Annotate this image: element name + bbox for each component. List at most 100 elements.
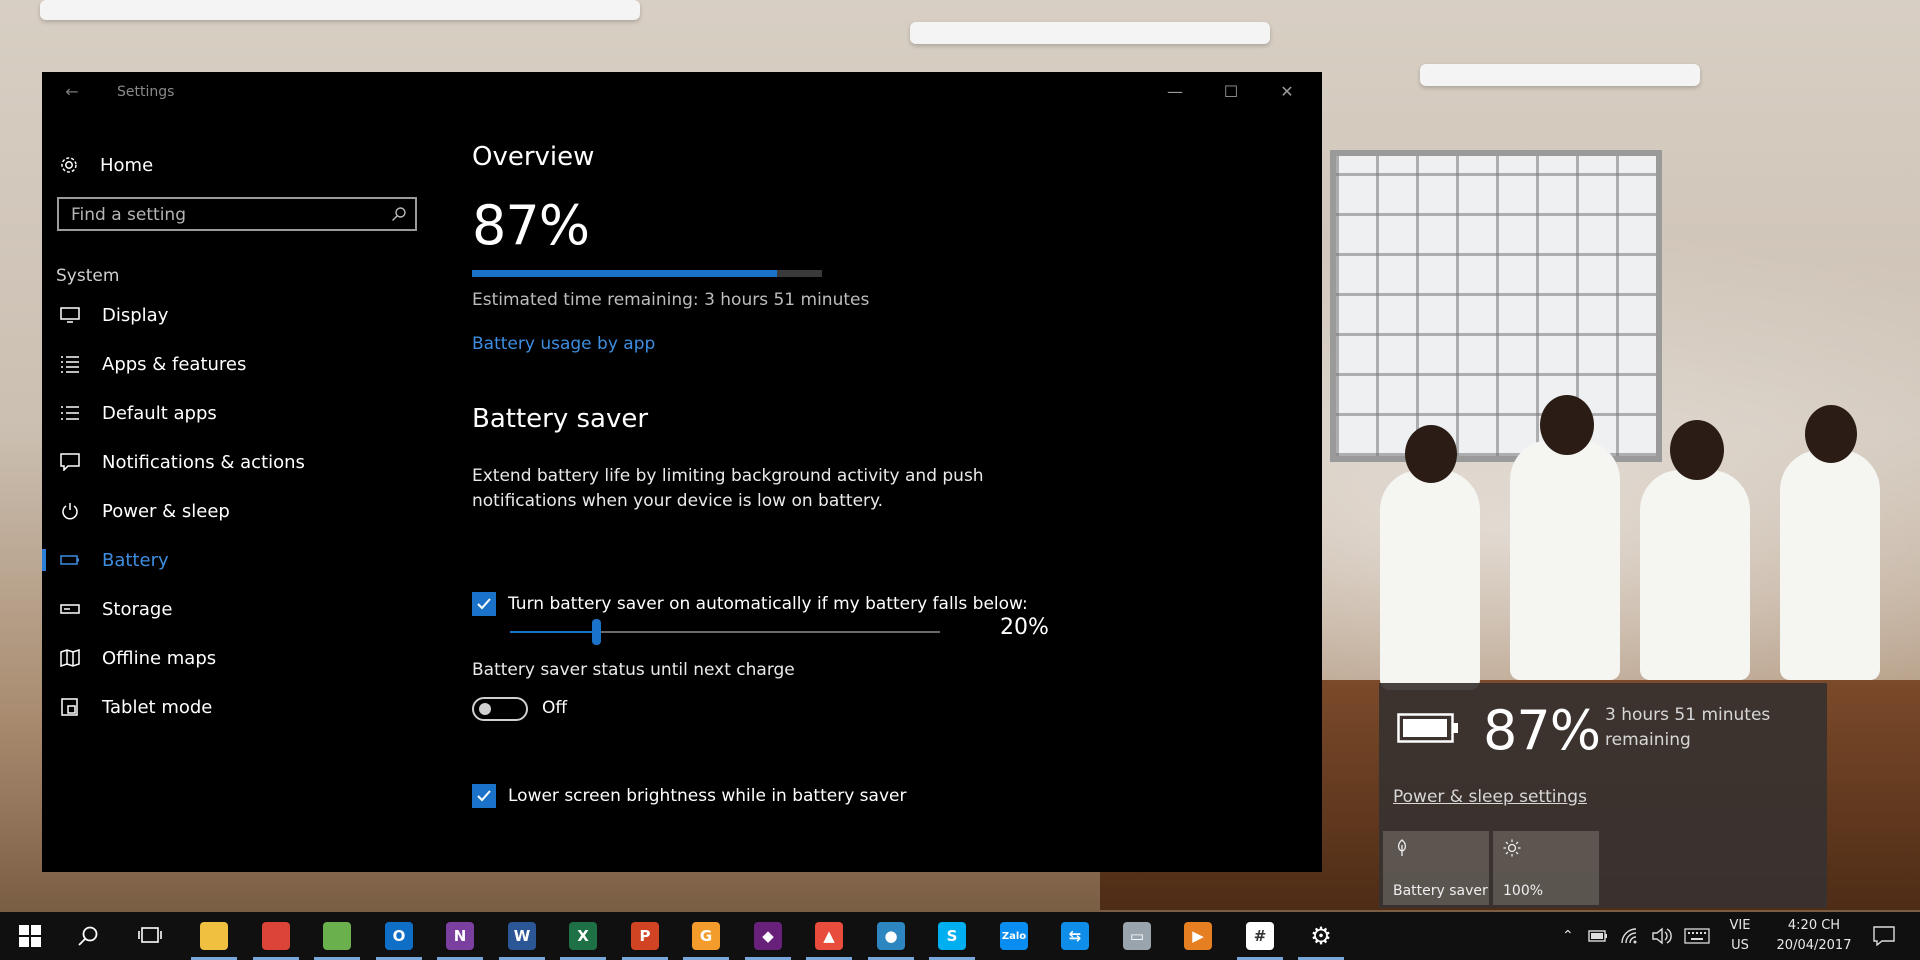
visual-studio-taskbar-button[interactable]: ◆ [745,920,791,960]
sidebar-item-power-sleep[interactable]: Power & sleep [42,490,442,532]
outlook-icon: O [385,922,413,950]
action-center-icon [1873,926,1895,946]
onenote-taskbar-button[interactable]: N [437,920,483,960]
battery-saver-tile[interactable]: Battery saver [1383,831,1489,905]
sidebar-item-apps-features[interactable]: Apps & features [42,343,442,385]
auto-saver-checkbox-row[interactable]: Turn battery saver on automatically if m… [472,592,1028,616]
task-view-button[interactable] [134,920,166,952]
search-icon[interactable] [391,206,407,222]
skype-taskbar-button[interactable]: S [929,920,975,960]
word-taskbar-button[interactable]: W [499,920,545,960]
wallpaper-person [1670,420,1724,480]
wifi-icon[interactable] [1620,927,1640,945]
sidebar-item-label: Apps & features [102,353,247,375]
threshold-slider[interactable] [510,617,940,647]
home-nav-item[interactable]: Home [58,150,153,180]
clock[interactable]: 4:20 CH 20/04/2017 [1764,916,1864,956]
sidebar-item-storage[interactable]: Storage [42,588,442,630]
map-icon [58,647,82,669]
action-center-button[interactable] [1868,920,1900,952]
zalo-taskbar-button[interactable]: Zalo [998,920,1030,952]
teamviewer-taskbar-button[interactable]: ⇆ [1059,920,1091,952]
battery-tray-icon[interactable] [1588,930,1608,942]
settings-window: ← Settings — ☐ ✕ Home Find a setting Sys… [42,72,1322,872]
brightness-checkbox-row[interactable]: Lower screen brightness while in battery… [472,784,906,808]
sidebar-item-default-apps[interactable]: Default apps [42,392,442,434]
estimated-time: Estimated time remaining: 3 hours 51 min… [472,290,870,310]
wallpaper-ceiling-light [40,0,640,20]
auto-saver-checkbox[interactable] [472,592,496,616]
keyboard-icon[interactable] [1684,928,1710,944]
battery-saver-heading: Battery saver [472,404,649,434]
search-taskbar-button[interactable] [72,920,104,952]
file-explorer-icon [200,922,228,950]
battery-large-icon [1397,713,1458,743]
input-language-indicator[interactable]: VIE US [1720,916,1760,956]
power-sleep-settings-link[interactable]: Power & sleep settings [1393,787,1587,807]
system-tray: ⌃ [1562,912,1710,960]
slider-thumb[interactable] [592,619,601,645]
sidebar-item-tablet-mode[interactable]: Tablet mode [42,686,442,728]
sidebar-item-label: Default apps [102,402,217,424]
photo-app-taskbar-button[interactable]: ▲ [806,920,852,960]
battery-icon [58,549,82,571]
section-label: System [56,266,120,286]
window-title: Settings [117,84,175,100]
home-label: Home [100,154,154,176]
wallpaper-person [1540,395,1594,455]
auto-saver-label: Turn battery saver on automatically if m… [508,594,1028,614]
brightness-label: Lower screen brightness while in battery… [508,786,907,806]
battery-flyout: 87% 3 hours 51 minutes remaining Power &… [1379,683,1827,908]
brightness-tile[interactable]: 100% [1493,831,1599,905]
search-input[interactable]: Find a setting [57,197,417,231]
wallpaper-person [1780,450,1880,680]
slider-fill [510,631,596,633]
chrome-taskbar-button[interactable] [253,920,299,960]
maximize-button[interactable]: ☐ [1208,78,1254,106]
wallpaper-ceiling-light [1420,64,1700,86]
sidebar-item-display[interactable]: Display [42,294,442,336]
wallpaper-person [1640,470,1750,680]
saver-status-toggle[interactable] [472,697,528,721]
chevron-up-icon[interactable]: ⌃ [1562,928,1574,944]
flyout-percentage: 87% [1483,699,1601,762]
wallpaper-ceiling-light [910,22,1270,44]
powerpoint-icon: P [631,922,659,950]
coccoc-taskbar-button[interactable] [314,920,360,960]
slack-taskbar-button[interactable]: # [1237,920,1283,960]
windows-logo-icon [19,925,41,947]
settings-taskbar-button[interactable]: ⚙ [1298,920,1344,960]
tile-label: 100% [1503,883,1544,899]
settings-icon: ⚙ [1307,922,1335,950]
taskbar: O N W X P G ◆ ▲ ● S Zalo ⇆ ▭ ▶ # ⚙ ⌃ VIE US 4:20 CH 20/… [0,912,1920,960]
file-explorer-taskbar-button[interactable] [191,920,237,960]
default-apps-icon [58,402,82,424]
visual-studio-icon: ◆ [754,922,782,950]
excel-taskbar-button[interactable]: X [560,920,606,960]
sidebar-item-battery[interactable]: Battery [42,539,442,581]
map-app-taskbar-button[interactable]: ● [868,920,914,960]
start-button[interactable] [14,920,46,952]
word-icon: W [508,922,536,950]
flyout-remaining-line: remaining [1605,730,1691,750]
back-arrow-icon[interactable]: ← [60,80,84,104]
media-player-taskbar-button[interactable]: ▶ [1182,920,1214,952]
sidebar-item-label: Power & sleep [102,500,230,522]
foxit-pdf-taskbar-button[interactable]: G [683,920,729,960]
sidebar-item-offline-maps[interactable]: Offline maps [42,637,442,679]
battery-usage-link[interactable]: Battery usage by app [472,334,655,354]
photo-app-icon: ▲ [815,922,843,950]
minimize-button[interactable]: — [1152,78,1198,106]
outlook-taskbar-button[interactable]: O [376,920,422,960]
remote-desktop-taskbar-button[interactable]: ▭ [1121,920,1153,952]
foxit-pdf-icon: G [692,922,720,950]
threshold-value: 20% [1000,615,1049,640]
brightness-checkbox[interactable] [472,784,496,808]
task-view-icon [138,927,162,943]
powerpoint-taskbar-button[interactable]: P [622,920,668,960]
close-button[interactable]: ✕ [1264,78,1310,106]
volume-icon[interactable] [1652,927,1672,945]
region-code: US [1731,938,1749,953]
coccoc-icon [323,922,351,950]
sidebar-item-notifications[interactable]: Notifications & actions [42,441,442,483]
